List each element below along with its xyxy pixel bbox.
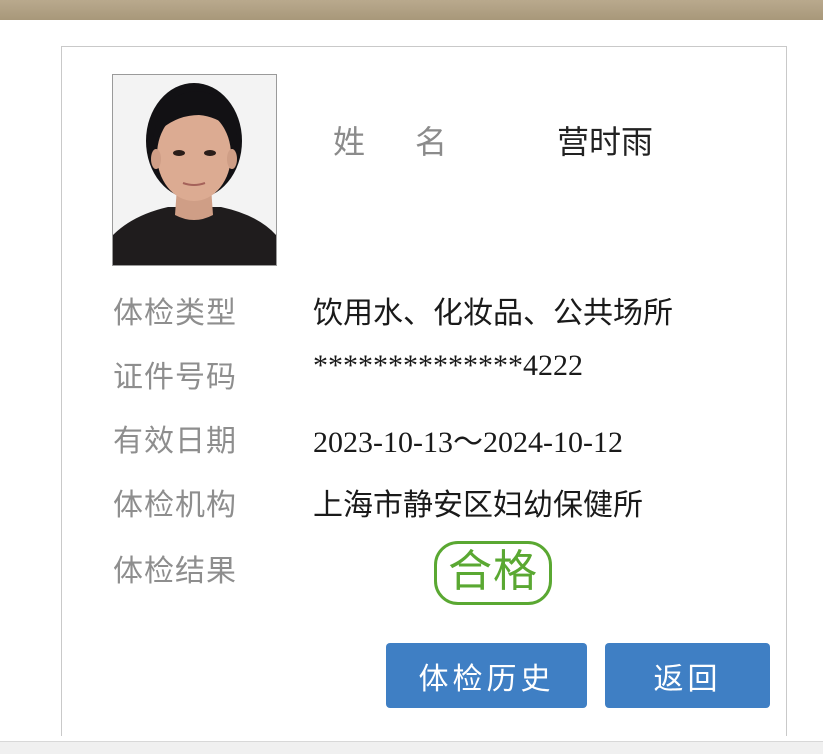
name-label-char-1: 姓: [333, 123, 366, 161]
exam-type-value: 饮用水、化妆品、公共场所: [313, 296, 673, 331]
exam-type-label: 体检类型: [113, 296, 237, 331]
header-band: [0, 0, 823, 20]
result-pass-stamp: 合格: [434, 541, 552, 605]
name-label-char-2: 名: [415, 123, 448, 161]
name-label: 姓 名: [333, 117, 447, 163]
exam-result-label: 体检结果: [113, 554, 237, 589]
bottom-divider: [0, 741, 823, 754]
person-name: 营时雨: [557, 123, 654, 161]
back-button[interactable]: 返回: [605, 643, 770, 708]
id-number-value: **************4222: [313, 349, 583, 382]
exam-history-button[interactable]: 体检历史: [386, 643, 587, 708]
valid-date-label: 有效日期: [113, 424, 237, 459]
exam-org-label: 体检机构: [113, 488, 237, 523]
valid-date-value: 2023-10-13～2024-10-12: [313, 426, 623, 459]
id-number-label: 证件号码: [113, 360, 237, 395]
exam-org-value: 上海市静安区妇幼保健所: [313, 488, 643, 523]
id-photo: [112, 74, 277, 266]
